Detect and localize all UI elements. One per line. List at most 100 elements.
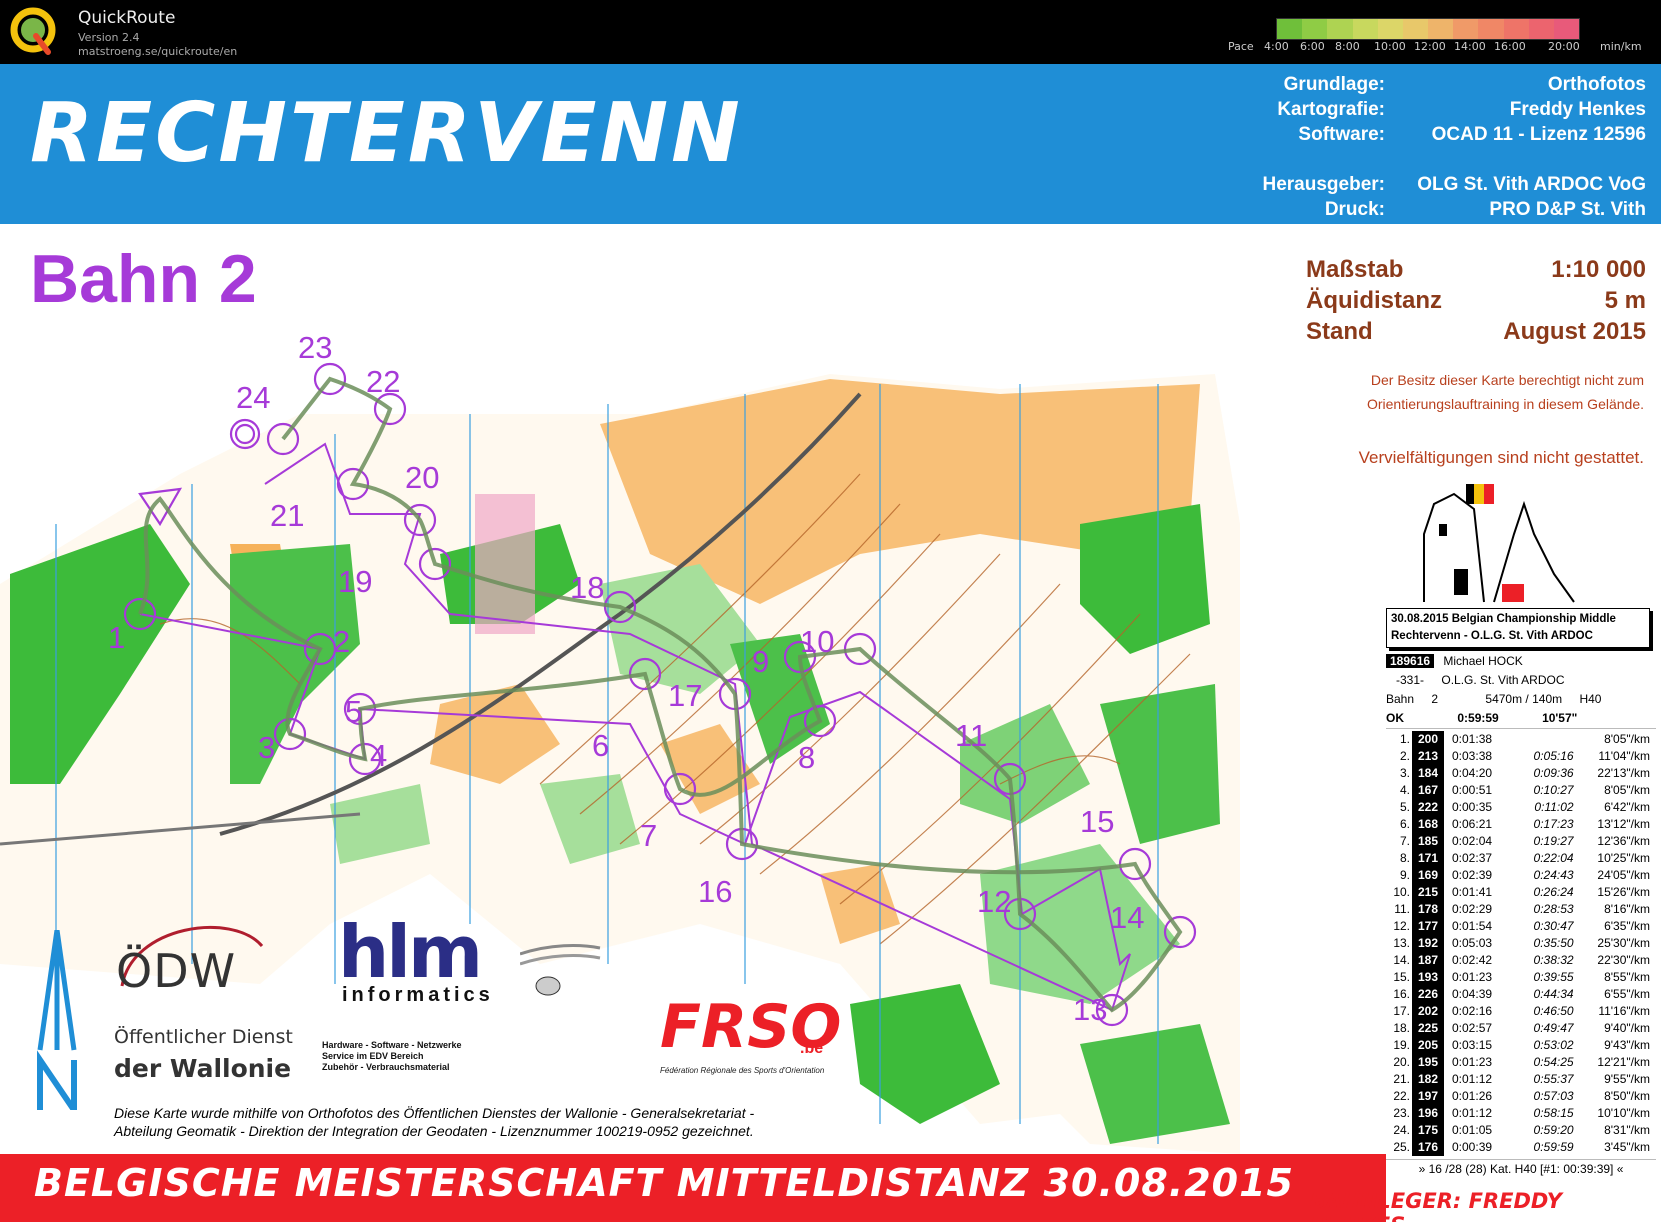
app-version: Version 2.4 [78,31,140,44]
credit-key: Druck: [1324,199,1385,220]
split-control-code: 205 [1412,1037,1444,1054]
split-number: 14. [1393,953,1410,967]
runner-category: H40 [1579,692,1602,706]
split-pace: 8'05"/km [1604,732,1650,746]
split-control-code: 196 [1412,1105,1444,1122]
split-time: 0:01:41 [1452,885,1493,899]
split-control-code: 200 [1412,731,1444,748]
split-pace: 3'45"/km [1604,1140,1650,1154]
pace-tick-label: 4:00 [1264,40,1289,53]
split-number: 20. [1393,1055,1410,1069]
split-cumulative: 0:22:04 [1533,851,1574,865]
split-number: 3. [1399,766,1410,780]
scale-value: 1:10 000 [1551,256,1646,283]
control-number: 19 [338,564,373,599]
frso-sub: Fédération Régionale des Sports d'Orient… [660,1066,825,1075]
pace-color-swatch [1453,19,1479,39]
split-cumulative: 0:11:02 [1534,800,1574,814]
split-cumulative: 0:28:53 [1533,902,1574,916]
credit-value: Orthofotos [1547,74,1646,95]
split-pace: 8'16"/km [1604,902,1650,916]
split-pace: 6'35"/km [1604,919,1650,933]
scale-key: Äquidistanz [1306,287,1442,314]
split-cumulative: 0:35:50 [1533,936,1574,950]
split-row: 16. 226 0:04:39 0:44:34 6'55"/km [1386,986,1652,1003]
control-number: 5 [345,694,363,729]
split-number: 8. [1399,851,1410,865]
control-number: 17 [668,678,703,713]
split-cumulative: 0:24:43 [1533,868,1574,882]
split-time: 0:06:21 [1452,817,1493,831]
course-distance: 5470m / 140m [1485,692,1563,706]
split-number: 11. [1394,902,1410,916]
split-time: 0:01:23 [1452,1055,1493,1069]
credit-key: Kartografie: [1277,99,1385,120]
split-cumulative: 0:10:27 [1533,783,1574,797]
split-cumulative: 0:55:37 [1533,1072,1574,1086]
frso-domain: .be [800,1040,824,1057]
split-row: 24. 175 0:01:05 0:59:20 8'31"/km [1386,1122,1652,1139]
split-cumulative: 0:46:50 [1533,1004,1574,1018]
split-time: 0:01:26 [1452,1089,1493,1103]
credit-value: OLG St. Vith ARDOC VoG [1417,174,1646,195]
pace-color-swatch [1503,19,1529,39]
control-number: 4 [370,738,388,773]
split-control-code: 177 [1412,918,1444,935]
split-time: 0:02:37 [1452,851,1493,865]
odw-line: Öffentlicher Dienst [114,1026,293,1048]
split-row: 7. 185 0:02:04 0:19:27 12'36"/km [1386,833,1652,850]
quickroute-logo-icon [10,7,56,55]
split-row: 17. 202 0:02:16 0:46:50 11'16"/km [1386,1003,1652,1020]
pace-color-swatch [1302,19,1328,39]
split-number: 15. [1393,970,1410,984]
event-title: BELGISCHE MEISTERSCHAFT MITTELDISTANZ 30… [34,1161,1294,1205]
control-number: 10 [800,624,835,659]
split-row: 5. 222 0:00:35 0:11:02 6'42"/km [1386,799,1652,816]
map-credits: Grundlage: Orthofotos Kartografie: Freddy … [1200,72,1647,222]
split-cumulative: 0:30:47 [1533,919,1574,933]
pace-color-swatch [1402,19,1429,39]
scale-key: Stand [1306,318,1373,345]
credit-value: OCAD 11 - Lizenz 12596 [1431,124,1646,145]
north-arrow-icon [37,930,77,1110]
split-number: 23. [1393,1106,1410,1120]
split-time: 0:02:29 [1452,902,1493,916]
pace-unit: min/km [1600,40,1642,53]
split-row: 4. 167 0:00:51 0:10:27 8'05"/km [1386,782,1652,799]
split-cumulative: 0:53:02 [1533,1038,1574,1052]
split-row: 6. 168 0:06:21 0:17:23 13'12"/km [1386,816,1652,833]
control-number: 7 [640,818,658,853]
orienteering-map[interactable]: 1 2 3 4 5 6 7 8 9 10 11 12 13 14 15 16 1… [0,64,1661,1222]
ranking-line: » 16 /28 (28) Kat. H40 [#1: 00:39:39] « [1386,1159,1656,1176]
split-control-code: 169 [1412,867,1444,884]
pace-color-swatch [1528,19,1554,39]
split-row: 11. 178 0:02:29 0:28:53 8'16"/km [1386,901,1652,918]
split-cumulative: 0:26:24 [1533,885,1574,899]
runner-bib: 189616 [1386,654,1435,668]
split-time: 0:04:20 [1452,766,1493,780]
control-number: 18 [570,570,605,605]
pace-tick-label: 16:00 [1494,40,1526,53]
split-control-code: 185 [1412,833,1444,850]
total-time: 0:59:59 [1457,711,1499,725]
split-control-code: 187 [1412,952,1444,969]
odw-logo-text: ÖDW [116,944,237,998]
split-time: 0:05:03 [1452,936,1493,950]
hlm-services: Hardware - Software - Netzwerke Service … [322,1040,462,1073]
pace-tick-label: 20:00 [1548,40,1580,53]
split-control-code: 175 [1412,1122,1444,1139]
pace-color-swatch [1327,19,1353,39]
pace-color-swatch [1277,19,1303,39]
hlm-service-line: Hardware - Software - Netzwerke [322,1040,462,1050]
split-cumulative: 0:57:03 [1533,1089,1574,1103]
course-number: 2 [1431,692,1439,706]
course-setter: BAHNLEGER: FREDDY HENKES [1310,1189,1562,1222]
split-time: 0:01:05 [1452,1123,1493,1137]
split-control-code: 178 [1412,901,1444,918]
mouse-icon [520,944,601,996]
split-pace: 10'10"/km [1597,1106,1650,1120]
control-number: 24 [236,380,271,415]
club-code: -331- [1396,673,1425,687]
split-row: 14. 187 0:02:42 0:38:32 22'30"/km [1386,952,1652,969]
runner-name: Michael HOCK [1443,654,1523,668]
